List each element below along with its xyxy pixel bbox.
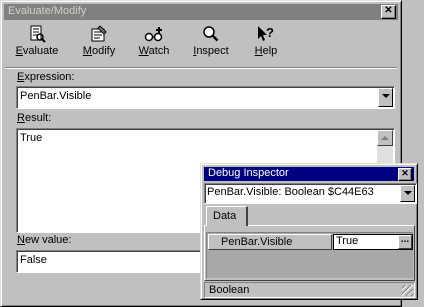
ellipsis-icon: ... bbox=[400, 234, 410, 245]
svg-text:?: ? bbox=[266, 25, 274, 40]
help-icon: ? bbox=[247, 25, 285, 45]
evaluate-modify-titlebar[interactable]: Evaluate/Modify ✕ bbox=[4, 4, 398, 20]
window-title: Evaluate/Modify bbox=[8, 5, 87, 17]
scroll-up-icon bbox=[381, 136, 389, 140]
expression-label: Expression: bbox=[17, 71, 75, 83]
new-value-label: New value: bbox=[17, 234, 72, 246]
property-grid: PenBar.Visible True ... bbox=[206, 232, 413, 278]
ellipsis-button[interactable]: ... bbox=[398, 235, 412, 249]
evaluate-label: Evaluate bbox=[15, 45, 59, 57]
result-value: True bbox=[20, 132, 43, 144]
close-icon: ✕ bbox=[401, 168, 409, 178]
property-name: PenBar.Visible bbox=[221, 236, 293, 248]
scroll-up-button[interactable] bbox=[377, 130, 393, 146]
close-button[interactable]: ✕ bbox=[381, 5, 396, 19]
inspector-object-value: PenBar.Visible: Boolean $C44E63 bbox=[207, 186, 374, 198]
modify-label: Modify bbox=[82, 45, 116, 57]
inspector-close-button[interactable]: ✕ bbox=[398, 168, 412, 181]
inspect-label: Inspect bbox=[193, 45, 229, 57]
help-label: Help bbox=[254, 45, 278, 57]
new-value-text: False bbox=[20, 254, 47, 266]
inspector-titlebar[interactable]: Debug Inspector ✕ bbox=[204, 167, 414, 181]
inspector-object-combo[interactable]: PenBar.Visible: Boolean $C44E63 bbox=[204, 183, 417, 204]
evaluate-button[interactable]: Evaluate bbox=[11, 25, 63, 59]
toolbar-separator bbox=[5, 67, 397, 69]
expression-dropdown-button[interactable] bbox=[378, 88, 393, 107]
property-name-cell: PenBar.Visible bbox=[208, 234, 332, 250]
close-icon: ✕ bbox=[384, 5, 393, 16]
toolbar: Evaluate Modify Watch Inspect ? Help bbox=[11, 25, 391, 65]
property-value: True bbox=[336, 235, 359, 247]
inspector-title: Debug Inspector bbox=[208, 167, 289, 179]
watch-label: Watch bbox=[138, 45, 170, 57]
debug-inspector-window: Debug Inspector ✕ PenBar.Visible: Boolea… bbox=[200, 163, 418, 300]
watch-button[interactable]: Watch bbox=[131, 25, 177, 59]
watch-icon bbox=[131, 25, 177, 45]
inspect-icon bbox=[183, 25, 239, 45]
help-button[interactable]: ? Help bbox=[247, 25, 285, 59]
inspector-dropdown-button[interactable] bbox=[400, 185, 415, 202]
inspector-status-bar: Boolean bbox=[204, 282, 415, 298]
inspect-button[interactable]: Inspect bbox=[183, 25, 239, 59]
modify-button[interactable]: Modify bbox=[69, 25, 129, 59]
status-text: Boolean bbox=[209, 284, 250, 296]
tab-data[interactable]: Data bbox=[206, 206, 248, 226]
evaluate-icon bbox=[11, 25, 63, 45]
result-label: Result: bbox=[17, 112, 52, 124]
tab-data-label: Data bbox=[213, 210, 237, 222]
expression-combo[interactable]: PenBar.Visible bbox=[16, 86, 395, 109]
property-value-cell[interactable]: True ... bbox=[333, 234, 413, 250]
modify-icon bbox=[69, 25, 129, 45]
property-row[interactable]: PenBar.Visible True ... bbox=[208, 234, 413, 250]
tab-panel: PenBar.Visible True ... bbox=[204, 225, 415, 281]
expression-value: PenBar.Visible bbox=[20, 90, 92, 102]
size-grip-icon[interactable] bbox=[402, 285, 413, 296]
